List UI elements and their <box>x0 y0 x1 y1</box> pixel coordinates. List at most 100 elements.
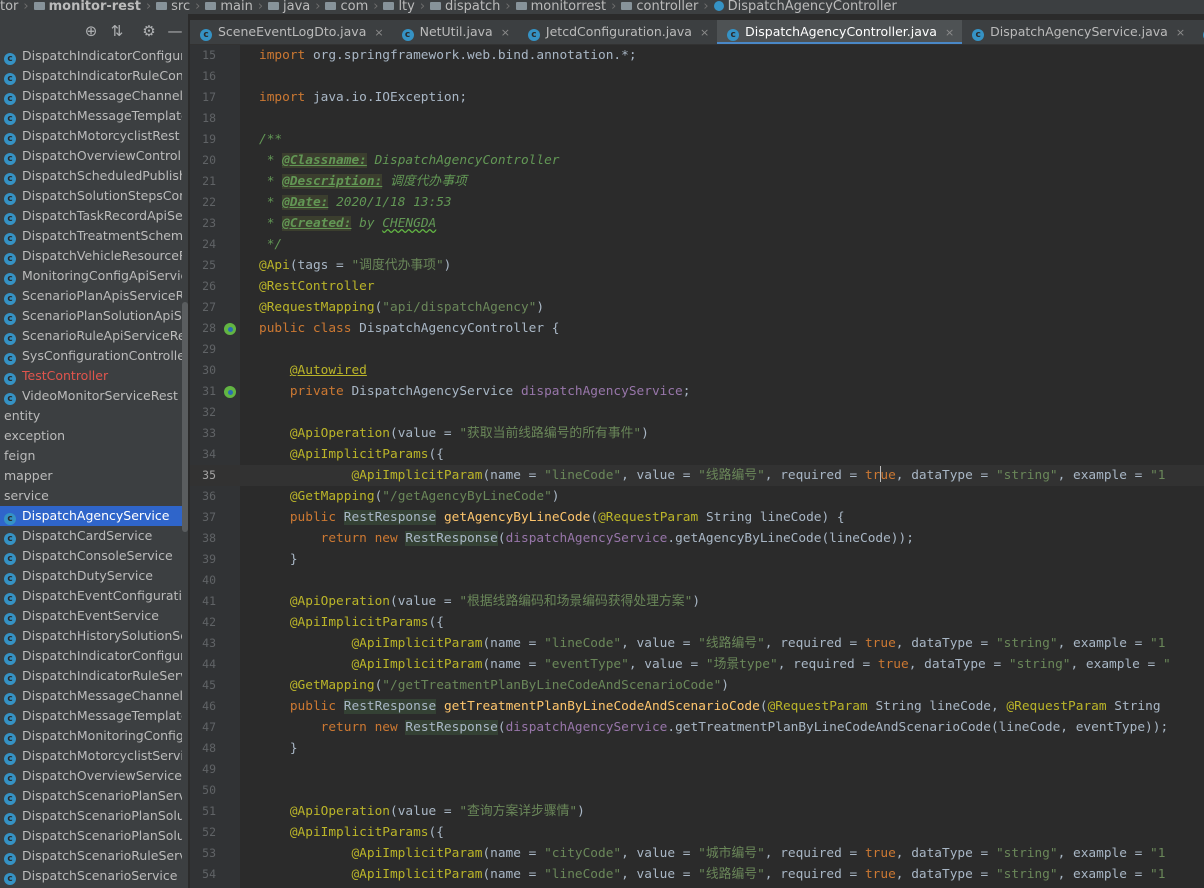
editor-tab[interactable]: c JetcdConfiguration.java × <box>518 20 717 44</box>
tree-class[interactable]: c DispatchMessageChannelSer <box>0 686 182 706</box>
breadcrumb-item[interactable]: lty <box>383 0 415 14</box>
code-line[interactable]: 53 @ApiImplicitParam(name = "cityCode", … <box>190 843 1204 864</box>
code-line[interactable]: 47 return new RestResponse(dispatchAgenc… <box>190 717 1204 738</box>
code-line[interactable]: 35 @ApiImplicitParam(name = "lineCode", … <box>190 465 1204 486</box>
tree-class[interactable]: c DispatchOverviewService <box>0 766 182 786</box>
tree-class[interactable]: c DispatchScenarioPlanSolutio <box>0 826 182 846</box>
editor-tab[interactable]: c NetUtil.java × <box>392 20 518 44</box>
breadcrumb-item[interactable]: controller <box>621 0 698 14</box>
code-line[interactable]: 44 @ApiImplicitParam(name = "eventType",… <box>190 654 1204 675</box>
code-line[interactable]: 21 * @Description: 调度代办事项 <box>190 171 1204 192</box>
tree-package[interactable]: service <box>0 486 182 506</box>
close-icon[interactable]: × <box>700 26 709 39</box>
tree-class[interactable]: c DispatchScenarioPlanService <box>0 786 182 806</box>
close-icon[interactable]: × <box>501 26 510 39</box>
tree-class[interactable]: c DispatchScenarioPlanSolutio <box>0 806 182 826</box>
bean-icon[interactable] <box>224 323 236 335</box>
tree-package[interactable]: exception <box>0 426 182 446</box>
breadcrumb-item[interactable]: main <box>205 0 253 14</box>
code-line[interactable]: 42 @ApiImplicitParams({ <box>190 612 1204 633</box>
code-line[interactable]: 45 @GetMapping("/getTreatmentPlanByLineC… <box>190 675 1204 696</box>
code-line[interactable]: 37 public RestResponse getAgencyByLineCo… <box>190 507 1204 528</box>
code-line[interactable]: 19 /** <box>190 129 1204 150</box>
editor-tab[interactable]: c DispatchAgencyService.java × <box>962 20 1193 44</box>
tree-class[interactable]: c DispatchVehicleResourceRest <box>0 246 182 266</box>
tree-package[interactable]: mapper <box>0 466 182 486</box>
code-line[interactable]: 38 return new RestResponse(dispatchAgenc… <box>190 528 1204 549</box>
tree-class[interactable]: c DispatchTaskRecordApiServi <box>0 206 182 226</box>
tree-class[interactable]: c DispatchConsoleService <box>0 546 182 566</box>
code-line[interactable]: 18 <box>190 108 1204 129</box>
code-line[interactable]: 15 import org.springframework.web.bind.an… <box>190 45 1204 66</box>
tree-class[interactable]: c DispatchEventConfigurationS <box>0 586 182 606</box>
code-line[interactable]: 33 @ApiOperation(value = "获取当前线路编号的所有事件"… <box>190 423 1204 444</box>
bean-icon[interactable] <box>224 386 236 398</box>
code-line[interactable]: 48 } <box>190 738 1204 759</box>
code-line[interactable]: 41 @ApiOperation(value = "根据线路编码和场景编码获得处… <box>190 591 1204 612</box>
tree-scrollbar[interactable] <box>182 302 188 532</box>
tree-class[interactable]: c DispatchMessageTemplateSe <box>0 706 182 726</box>
code-line[interactable]: 22 * @Date: 2020/1/18 13:53 <box>190 192 1204 213</box>
tree-class[interactable]: c DispatchMessageChannelCor <box>0 86 182 106</box>
tree-class[interactable]: c DispatchIndicatorConfigurati <box>0 46 182 66</box>
tree-class[interactable]: c DispatchMotorcyclistService <box>0 746 182 766</box>
tree-class[interactable]: c DispatchScenarioService <box>0 866 182 886</box>
code-line[interactable]: 30 @Autowired <box>190 360 1204 381</box>
code-line[interactable]: 54 @ApiImplicitParam(name = "lineCode", … <box>190 864 1204 885</box>
tree-class[interactable]: c DispatchMotorcyclistRest <box>0 126 182 146</box>
tree-package[interactable]: feign <box>0 446 182 466</box>
code-line[interactable]: 46 public RestResponse getTreatmentPlanB… <box>190 696 1204 717</box>
editor-tab[interactable]: c SceneEventLogDto.java × <box>190 20 392 44</box>
code-line[interactable]: 36 @GetMapping("/getAgencyByLineCode") <box>190 486 1204 507</box>
tree-class[interactable]: c DispatchAgencyService <box>0 506 182 526</box>
code-line[interactable]: 27 @RequestMapping("api/dispatchAgency") <box>190 297 1204 318</box>
tree-class[interactable]: c MonitoringConfigApiServiceR <box>0 266 182 286</box>
tree-class[interactable]: c DispatchIndicatorRuleContro <box>0 66 182 86</box>
close-icon[interactable]: × <box>945 26 954 39</box>
collapse-all-icon[interactable]: ⇅ <box>109 23 125 39</box>
tree-class[interactable]: c ScenarioPlanApisServiceRest <box>0 286 182 306</box>
breadcrumb-item[interactable]: java <box>268 0 310 14</box>
tree-class[interactable]: c TestController <box>0 366 182 386</box>
tree-class[interactable]: c VideoMonitorServiceRest <box>0 386 182 406</box>
editor-tab[interactable]: c DispatchAgencyController.java × <box>717 20 963 44</box>
code-line[interactable]: 39 } <box>190 549 1204 570</box>
tree-class[interactable]: c DispatchIndicatorRuleService <box>0 666 182 686</box>
code-line[interactable]: 29 <box>190 339 1204 360</box>
code-area[interactable]: 15 import org.springframework.web.bind.an… <box>190 45 1204 885</box>
code-line[interactable]: 26 @RestController <box>190 276 1204 297</box>
breadcrumb-item[interactable]: src <box>156 0 190 14</box>
close-icon[interactable]: × <box>374 26 383 39</box>
tree-class[interactable]: c DispatchDutyService <box>0 566 182 586</box>
code-line[interactable]: 25 @Api(tags = "调度代办事项") <box>190 255 1204 276</box>
code-line[interactable]: 31 private DispatchAgencyService dispatc… <box>190 381 1204 402</box>
code-line[interactable]: 40 <box>190 570 1204 591</box>
code-line[interactable]: 50 <box>190 780 1204 801</box>
code-line[interactable]: 51 @ApiOperation(value = "查询方案详步骤情") <box>190 801 1204 822</box>
tree-class[interactable]: c DispatchMessageTemplateCo <box>0 106 182 126</box>
code-line[interactable]: 28 public class DispatchAgencyController … <box>190 318 1204 339</box>
code-line[interactable]: 32 <box>190 402 1204 423</box>
hide-panel-icon[interactable]: — <box>167 23 183 39</box>
gear-icon[interactable]: ⚙ <box>141 23 157 39</box>
tree-class[interactable]: c DispatchScheduledPublished <box>0 166 182 186</box>
breadcrumb-item[interactable]: DispatchAgencyController <box>713 0 897 14</box>
tree-class[interactable]: c DispatchOverviewController <box>0 146 182 166</box>
code-line[interactable]: 49 <box>190 759 1204 780</box>
locate-icon[interactable]: ⊕ <box>83 23 99 39</box>
tree-package[interactable]: entity <box>0 406 182 426</box>
tree-class[interactable]: c DispatchMonitoringConfigSe <box>0 726 182 746</box>
tree-class[interactable]: c ScenarioPlanSolutionApiServi <box>0 306 182 326</box>
code-line[interactable]: 34 @ApiImplicitParams({ <box>190 444 1204 465</box>
tree-class[interactable]: c DispatchIndicatorConfigurati <box>0 646 182 666</box>
tree-class[interactable]: c DispatchScenarioRuleService <box>0 846 182 866</box>
breadcrumb-item[interactable]: monitorrest <box>515 0 606 14</box>
tree-class[interactable]: c SysConfigurationController <box>0 346 182 366</box>
breadcrumb-item[interactable]: monitor-rest <box>33 0 141 14</box>
breadcrumb-item[interactable]: tor <box>0 0 18 14</box>
code-editor[interactable]: 15 import org.springframework.web.bind.an… <box>190 45 1204 888</box>
code-line[interactable]: 17 import java.io.IOException; <box>190 87 1204 108</box>
code-line[interactable]: 43 @ApiImplicitParam(name = "lineCode", … <box>190 633 1204 654</box>
code-line[interactable]: 52 @ApiImplicitParams({ <box>190 822 1204 843</box>
tree-class[interactable]: c DispatchCardService <box>0 526 182 546</box>
